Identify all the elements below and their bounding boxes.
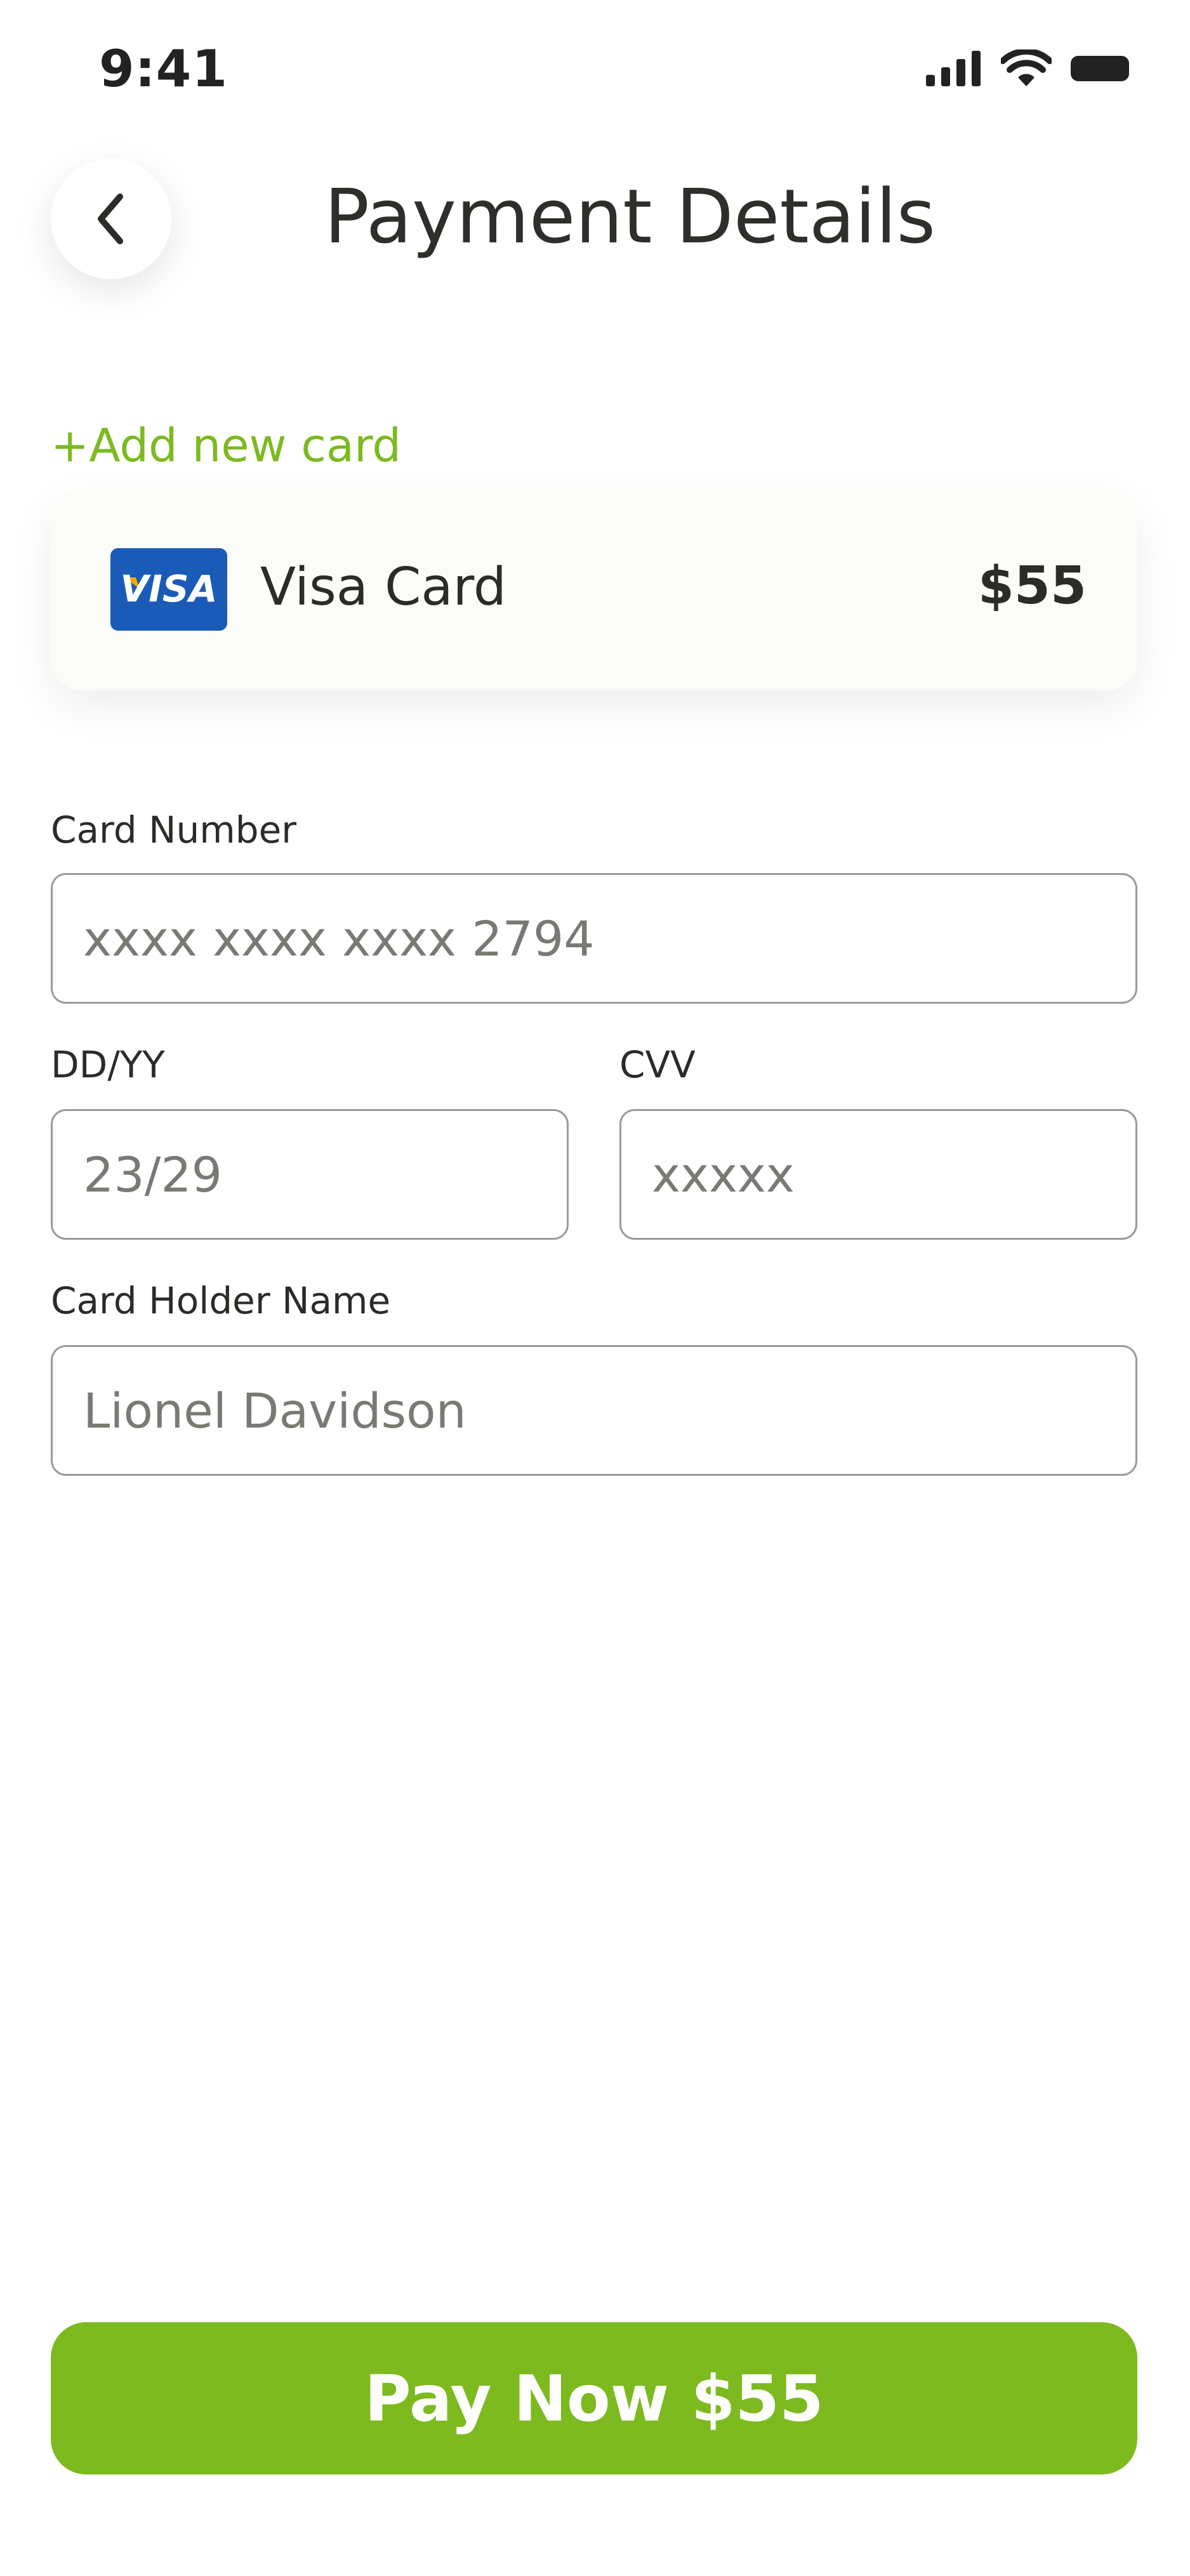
add-new-card-link[interactable]: +Add new card	[51, 419, 401, 472]
status-icons	[926, 49, 1129, 88]
pay-now-button[interactable]: Pay Now $55	[51, 2322, 1137, 2474]
wifi-icon	[1001, 49, 1052, 86]
visa-logo: VISA	[110, 548, 227, 631]
status-bar: 9:41	[0, 0, 1190, 146]
card-holder-input[interactable]	[51, 1345, 1137, 1476]
status-time: 9:41	[99, 39, 228, 98]
cellular-signal-icon	[926, 51, 981, 86]
card-number-label: Card Number	[51, 808, 297, 851]
battery-icon	[1071, 56, 1129, 81]
expiry-label: DD/YY	[51, 1043, 165, 1086]
card-amount: $55	[977, 556, 1087, 616]
page-title: Payment Details	[324, 173, 936, 260]
cvv-label: CVV	[619, 1043, 696, 1086]
visa-logo-text: VISA	[120, 567, 217, 610]
card-number-input[interactable]	[51, 873, 1137, 1004]
card-name: Visa Card	[260, 557, 506, 617]
selected-card[interactable]: VISA Visa Card $55	[51, 489, 1137, 690]
expiry-input[interactable]	[51, 1109, 569, 1240]
cvv-input[interactable]	[619, 1109, 1137, 1240]
card-holder-label: Card Holder Name	[51, 1279, 391, 1322]
